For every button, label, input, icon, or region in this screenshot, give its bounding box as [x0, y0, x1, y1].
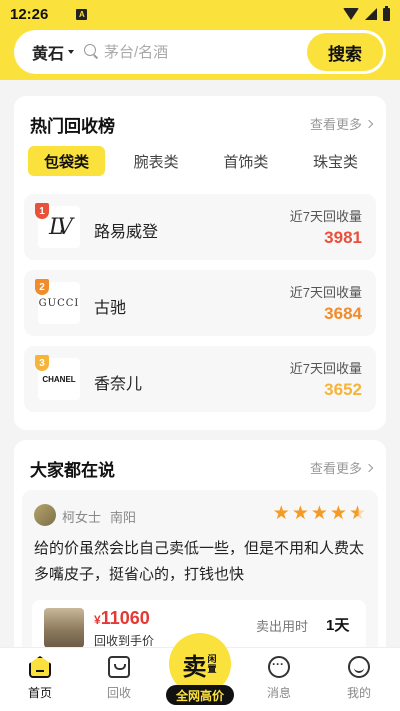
- reviewer-name: 柯女士: [62, 510, 102, 525]
- city-label: 黄石: [32, 46, 65, 63]
- recycle-count: 3981: [324, 228, 362, 247]
- wifi-icon: [343, 8, 359, 20]
- status-time: 12:26: [10, 5, 49, 23]
- nav-messages[interactable]: 消息: [249, 656, 309, 701]
- product-thumbnail: [44, 608, 84, 648]
- nav-label: 首页: [27, 686, 52, 700]
- status-icons: [343, 5, 390, 21]
- battery-icon: [383, 5, 390, 21]
- sell-tag: 全网高价: [166, 685, 234, 705]
- sold-time-label: 卖出用时: [256, 619, 309, 634]
- price-value: 11060: [100, 608, 150, 628]
- ranking-more-link[interactable]: 查看更多: [309, 114, 374, 133]
- rank-badge: 3: [35, 355, 49, 371]
- status-bar: 12:26 A: [0, 0, 400, 28]
- recycle-label: 近7天回收量: [289, 361, 362, 376]
- reviews-more-link[interactable]: 查看更多: [309, 458, 374, 477]
- tab-watches[interactable]: 腕表类: [118, 146, 195, 176]
- hot-ranking-card: 热门回收榜 查看更多 包袋类 腕表类 首饰类 珠宝类 1 LV 路易威登 近7天…: [14, 96, 386, 430]
- currency-symbol: ¥: [94, 613, 101, 627]
- star-icon: ★: [272, 503, 290, 524]
- gucci-logo: GUCCI: [38, 297, 80, 309]
- ranking-row-3[interactable]: 3 CHANEL 香奈儿 近7天回收量 3652: [24, 346, 376, 412]
- recycle-label: 近7天回收量: [289, 209, 362, 224]
- nav-home[interactable]: 首页: [10, 656, 70, 701]
- header: 黄石 搜索: [0, 28, 400, 80]
- recycle-icon: [108, 656, 130, 678]
- signal-icon: [365, 8, 377, 20]
- tab-jewelry[interactable]: 珠宝类: [297, 146, 374, 176]
- nav-profile[interactable]: 我的: [329, 656, 389, 701]
- sold-time-value: 1天: [326, 617, 350, 634]
- nav-label: 回收: [106, 686, 131, 700]
- brand-logo-chanel: 3 CHANEL: [35, 355, 80, 400]
- sell-sub-label: 闲置: [207, 654, 217, 674]
- recycle-price: ¥11060: [94, 608, 150, 629]
- avatar: [34, 504, 56, 526]
- tab-accessories[interactable]: 首饰类: [207, 146, 284, 176]
- ranking-row-1[interactable]: 1 LV 路易威登 近7天回收量 3981: [24, 194, 376, 260]
- search-button[interactable]: 搜索: [307, 33, 383, 71]
- reviewer-city: 南阳: [110, 510, 137, 525]
- sell-button[interactable]: 卖 闲置 全网高价: [166, 633, 234, 709]
- more-label: 查看更多: [309, 117, 362, 132]
- reviews-title: 大家都在说: [30, 461, 115, 480]
- review-text: 给的价虽然会比自己卖低一些，但是不用和人费太多嘴皮子，挺省心的，打钱也快: [34, 540, 365, 583]
- sell-main-label: 卖: [182, 652, 207, 681]
- app-notification-icon: A: [76, 8, 88, 20]
- category-tabs: 包袋类 腕表类 首饰类 珠宝类: [28, 146, 374, 176]
- star-icon: ★: [291, 503, 309, 524]
- star-icon: ★: [329, 503, 347, 524]
- profile-icon: [348, 656, 370, 678]
- star-icon: ★: [310, 503, 328, 524]
- brand-logo-lv: 1 LV: [35, 203, 80, 248]
- more-label: 查看更多: [309, 461, 362, 476]
- brand-logo-gucci: 2 GUCCI: [35, 279, 80, 324]
- search-bar: 黄石 搜索: [14, 30, 386, 74]
- nav-recycle[interactable]: 回收: [89, 656, 149, 701]
- ranking-title: 热门回收榜: [30, 117, 115, 136]
- ranking-row-2[interactable]: 2 GUCCI 古驰 近7天回收量 3684: [24, 270, 376, 336]
- home-icon: [29, 656, 51, 678]
- lv-logo: LV: [49, 214, 73, 240]
- brand-name: 古驰: [94, 300, 127, 317]
- nav-label: 消息: [266, 686, 291, 700]
- rank-badge: 2: [35, 279, 49, 295]
- recycle-count: 3652: [324, 380, 362, 399]
- half-star-icon: ★: [348, 503, 366, 524]
- chevron-right-icon: [364, 463, 374, 472]
- chanel-logo: CHANEL: [42, 374, 76, 384]
- brand-name: 路易威登: [94, 224, 159, 241]
- rank-badge: 1: [35, 203, 49, 219]
- brand-name: 香奈儿: [94, 376, 143, 393]
- nav-label: 我的: [346, 686, 371, 700]
- tab-bags[interactable]: 包袋类: [28, 146, 106, 176]
- chevron-right-icon: [364, 119, 374, 128]
- search-input[interactable]: [104, 43, 285, 61]
- recycle-label: 近7天回收量: [289, 285, 362, 300]
- search-icon: [84, 44, 100, 60]
- star-rating: ★ ★ ★ ★ ★: [273, 504, 366, 523]
- recycle-count: 3684: [324, 304, 362, 323]
- city-selector[interactable]: 黄石: [14, 40, 75, 64]
- message-icon: [268, 656, 290, 678]
- caret-down-icon: [68, 50, 75, 54]
